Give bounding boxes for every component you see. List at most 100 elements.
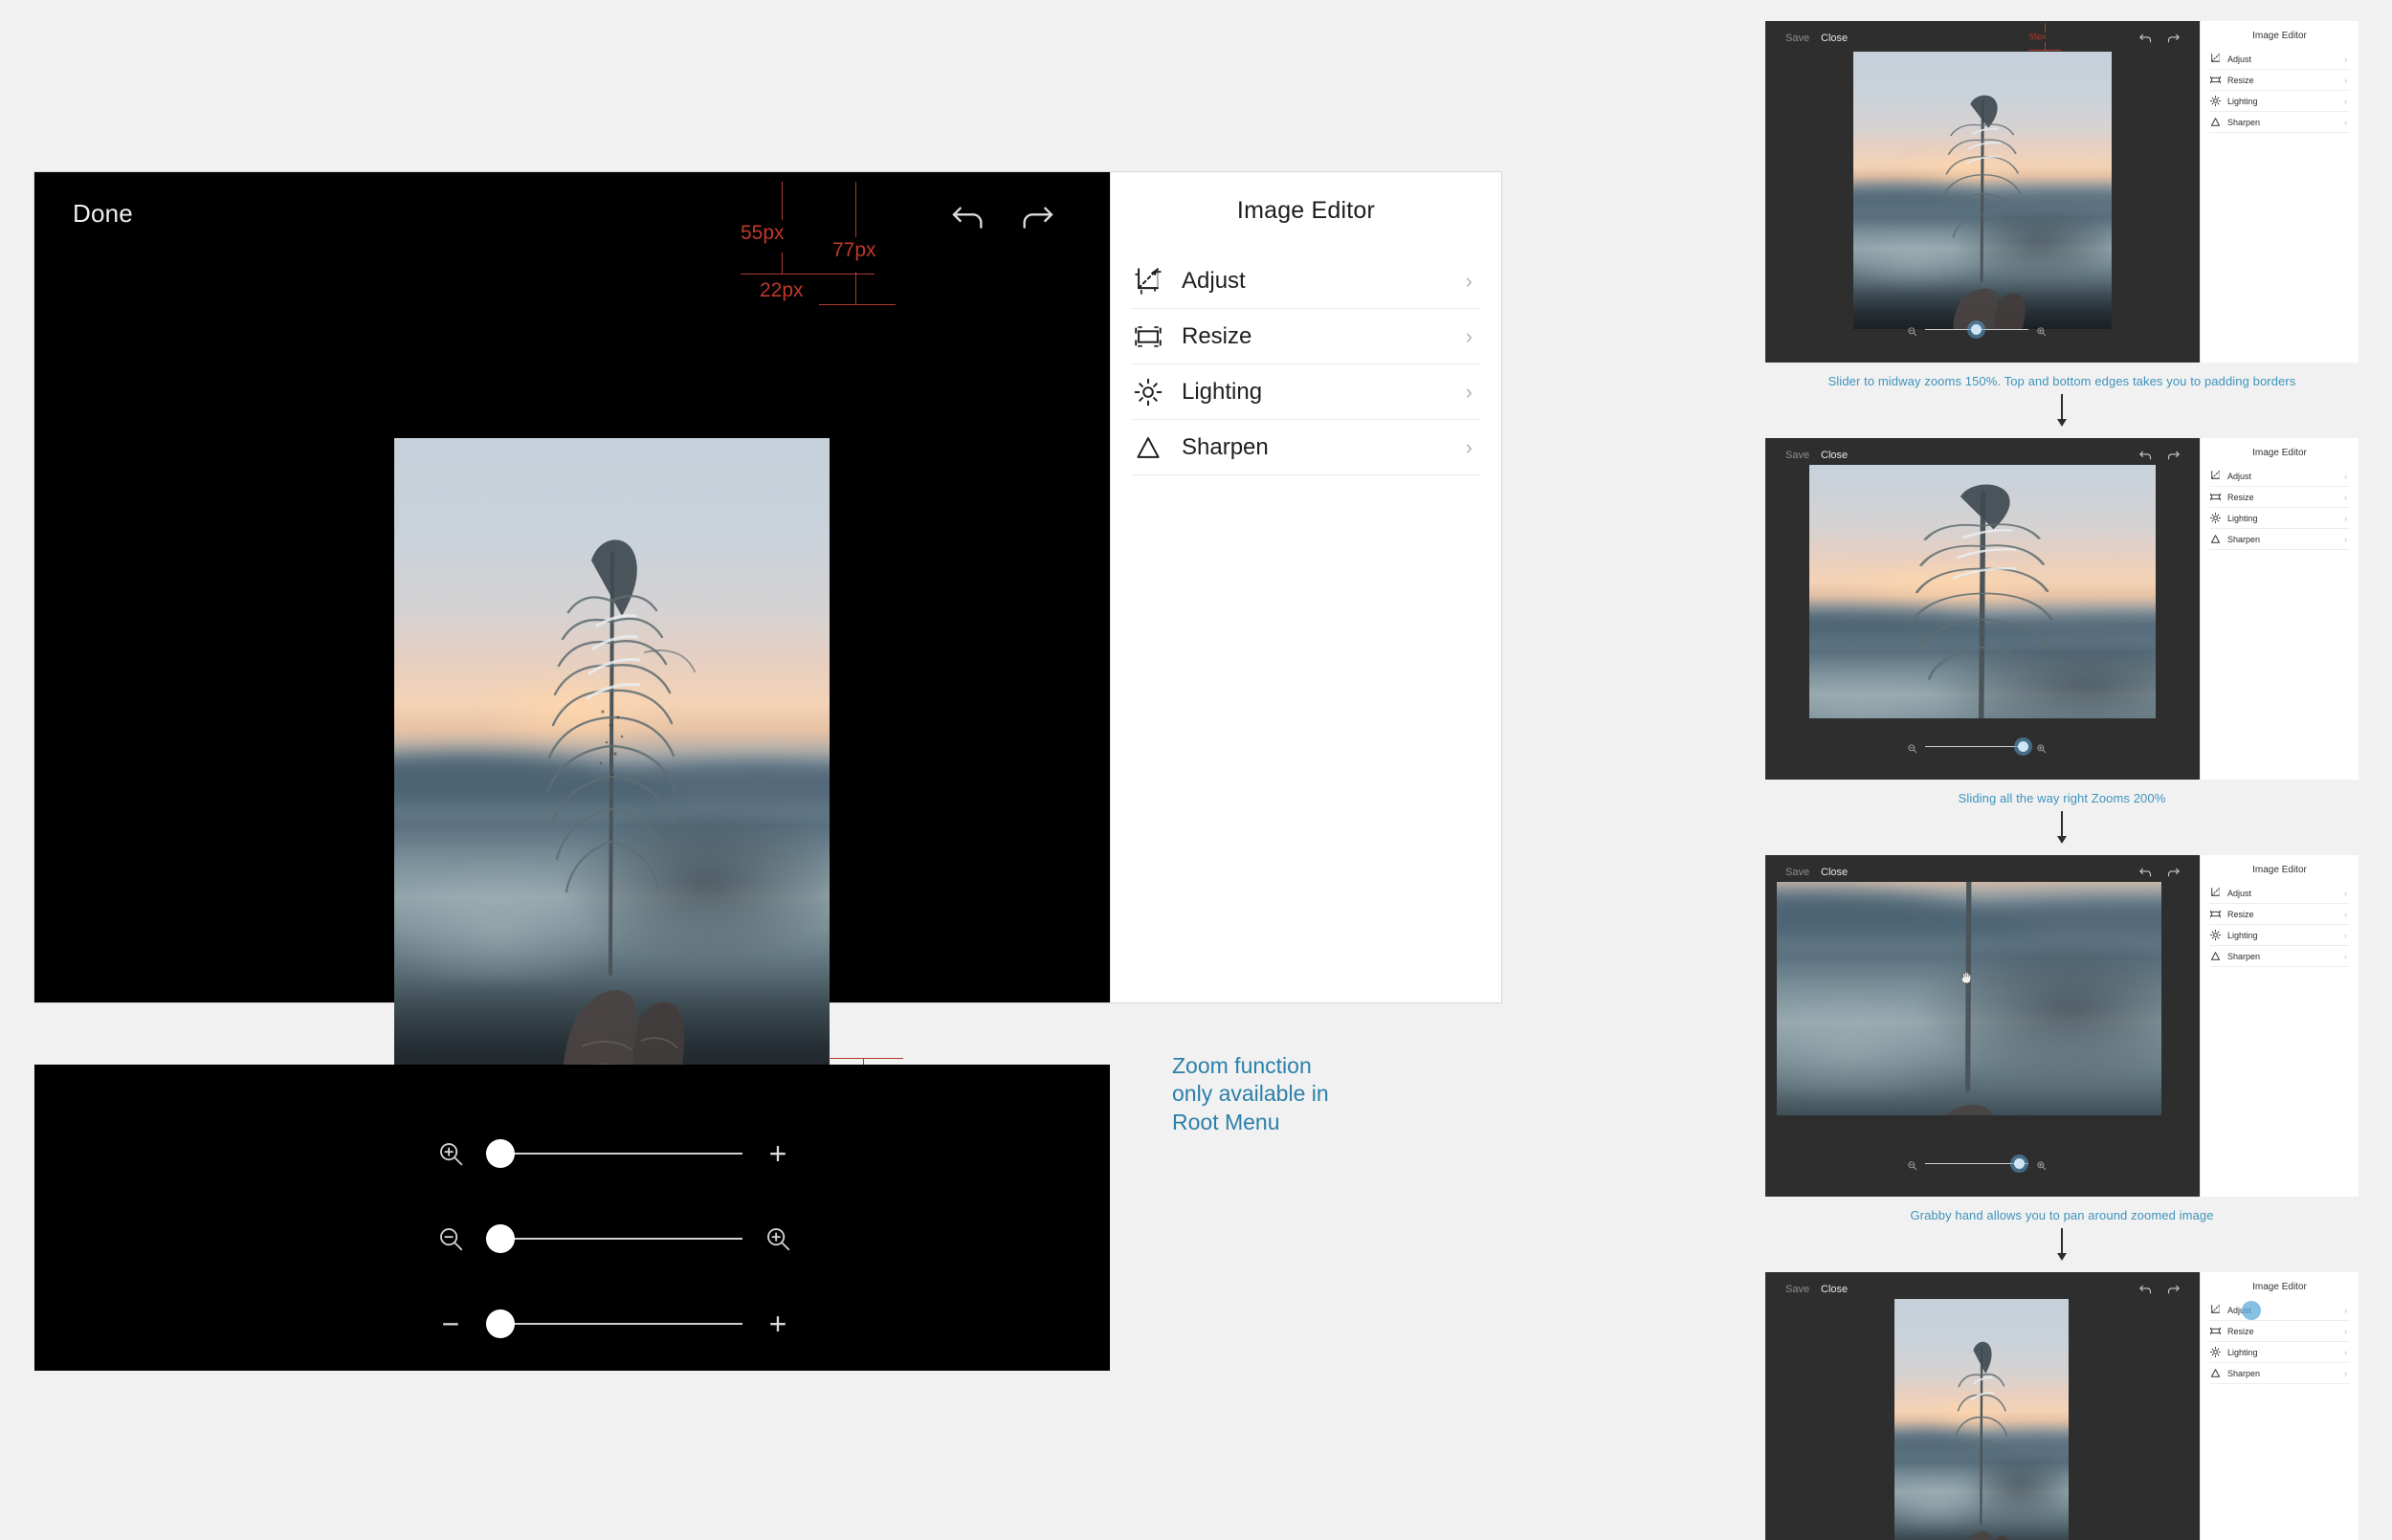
zoom-slider-track[interactable] bbox=[1925, 322, 2028, 336]
menu-item-adjust[interactable]: Adjust › bbox=[2209, 1300, 2350, 1321]
slider-track[interactable] bbox=[486, 1137, 742, 1170]
menu-item-label: Sharpen bbox=[1182, 433, 1269, 460]
undo-icon[interactable] bbox=[2138, 865, 2153, 879]
menu-item-resize[interactable]: Resize › bbox=[2209, 904, 2350, 925]
menu-list: Adjust › Resize › Lighting › Sharpen › bbox=[1132, 253, 1480, 475]
zoom-slider-handle[interactable] bbox=[2018, 740, 2028, 752]
measure-line-right-vertical-2 bbox=[855, 272, 856, 304]
undo-icon[interactable] bbox=[2138, 31, 2153, 45]
redo-icon[interactable] bbox=[2166, 865, 2181, 879]
photo-preview[interactable] bbox=[394, 438, 830, 1085]
redo-icon[interactable] bbox=[2166, 1282, 2181, 1296]
zoom-slider-control[interactable] bbox=[1907, 322, 2047, 336]
close-button[interactable]: Close bbox=[1821, 867, 1848, 878]
slider-variant-2[interactable] bbox=[436, 1222, 792, 1255]
menu-item-sharpen[interactable]: Sharpen › bbox=[1132, 420, 1480, 475]
magnifier-minus-icon[interactable] bbox=[436, 1224, 465, 1253]
plus-glyph-icon[interactable]: + bbox=[764, 1309, 792, 1339]
magnifier-plus-icon[interactable] bbox=[2036, 324, 2047, 336]
menu-item-sharpen[interactable]: Sharpen › bbox=[2209, 946, 2350, 967]
menu-item-resize[interactable]: Resize › bbox=[1132, 309, 1480, 364]
zoom-slider-control[interactable] bbox=[1907, 739, 2047, 753]
adjust-icon bbox=[2209, 887, 2222, 899]
redo-icon[interactable] bbox=[2166, 31, 2181, 45]
flow-step-3: Save Close Image Editor Adjust › Resize … bbox=[1765, 855, 2359, 1263]
redo-icon[interactable] bbox=[1018, 197, 1056, 235]
plus-glyph-icon[interactable]: + bbox=[764, 1138, 792, 1169]
feather-subject bbox=[394, 438, 830, 1085]
save-button[interactable]: Save bbox=[1785, 33, 1809, 44]
menu-item-lighting[interactable]: Lighting › bbox=[2209, 508, 2350, 529]
magnifier-minus-icon[interactable] bbox=[1907, 324, 1917, 336]
menu-item-resize[interactable]: Resize › bbox=[2209, 1321, 2350, 1342]
undo-icon[interactable] bbox=[2138, 1282, 2153, 1296]
photo-preview[interactable] bbox=[1777, 882, 2161, 1115]
slider-handle[interactable] bbox=[486, 1224, 515, 1253]
zoom-slider-control[interactable] bbox=[1907, 1156, 2047, 1170]
menu-item-adjust[interactable]: Adjust › bbox=[2209, 883, 2350, 904]
measure-line-right-rule bbox=[819, 304, 896, 305]
magnifier-plus-icon[interactable] bbox=[764, 1224, 792, 1253]
menu-item-resize[interactable]: Resize › bbox=[2209, 70, 2350, 91]
magnifier-minus-icon[interactable] bbox=[1907, 741, 1917, 753]
chevron-right-icon: › bbox=[2344, 75, 2347, 85]
zoom-slider-track[interactable] bbox=[1925, 739, 2028, 753]
menu-item-lighting[interactable]: Lighting › bbox=[2209, 925, 2350, 946]
slider-track[interactable] bbox=[486, 1222, 742, 1255]
magnifier-plus-icon[interactable] bbox=[2036, 741, 2047, 753]
chevron-right-icon: › bbox=[1465, 434, 1473, 459]
chevron-right-icon: › bbox=[2344, 54, 2347, 64]
slider-track[interactable] bbox=[486, 1308, 742, 1340]
save-button[interactable]: Save bbox=[1785, 867, 1809, 878]
close-button[interactable]: Close bbox=[1821, 1284, 1848, 1295]
menu-item-lighting[interactable]: Lighting › bbox=[2209, 91, 2350, 112]
thumbnail-canvas: Save Close bbox=[1765, 1272, 2200, 1540]
zoom-slider-handle[interactable] bbox=[1971, 323, 1982, 335]
undo-redo-group bbox=[2138, 31, 2181, 45]
resize-icon bbox=[2209, 74, 2222, 86]
chevron-right-icon: › bbox=[2344, 471, 2347, 481]
design-spec-page: Done 55px 22px 77px Image Editor Adjust … bbox=[0, 0, 2392, 1540]
close-button[interactable]: Close bbox=[1821, 33, 1848, 44]
slider-variant-3[interactable]: − + bbox=[436, 1308, 792, 1340]
slider-handle[interactable] bbox=[486, 1139, 515, 1168]
measure-label-55px: 55px bbox=[2029, 33, 2047, 41]
menu-item-lighting[interactable]: Lighting › bbox=[1132, 364, 1480, 420]
zoom-slider-handle[interactable] bbox=[2014, 1157, 2025, 1169]
menu-item-resize[interactable]: Resize › bbox=[2209, 487, 2350, 508]
redo-icon[interactable] bbox=[2166, 448, 2181, 462]
minus-glyph-icon[interactable]: − bbox=[436, 1309, 465, 1339]
done-button[interactable]: Done bbox=[73, 199, 133, 229]
grabby-hand-icon[interactable] bbox=[1959, 970, 1974, 985]
thumbnail-canvas: Save Close bbox=[1765, 438, 2200, 780]
undo-icon[interactable] bbox=[2138, 448, 2153, 462]
menu-item-adjust[interactable]: Adjust › bbox=[2209, 49, 2350, 70]
magnifier-plus-icon[interactable] bbox=[2036, 1158, 2047, 1170]
magnifier-plus-icon[interactable] bbox=[436, 1139, 465, 1168]
save-button[interactable]: Save bbox=[1785, 1284, 1809, 1295]
thumbnail-canvas: Save Close 55px bbox=[1765, 21, 2200, 363]
magnifier-minus-icon[interactable] bbox=[1907, 1158, 1917, 1170]
lighting-icon bbox=[2209, 512, 2222, 524]
menu-item-adjust[interactable]: Adjust › bbox=[2209, 466, 2350, 487]
slider-handle[interactable] bbox=[486, 1309, 515, 1338]
slider-variant-1[interactable]: + bbox=[436, 1137, 792, 1170]
photo-preview[interactable] bbox=[1894, 1299, 2069, 1540]
save-button[interactable]: Save bbox=[1785, 450, 1809, 461]
canvas-pane: Done 55px 22px 77px bbox=[34, 172, 1110, 1167]
menu-item-label: Adjust bbox=[2227, 888, 2252, 898]
chevron-right-icon: › bbox=[2344, 1347, 2347, 1357]
photo-preview[interactable] bbox=[1809, 465, 2156, 718]
close-button[interactable]: Close bbox=[1821, 450, 1848, 461]
sharpen-icon bbox=[1132, 431, 1164, 464]
arrow-down-icon bbox=[2055, 1228, 2069, 1263]
menu-item-sharpen[interactable]: Sharpen › bbox=[2209, 112, 2350, 133]
zoom-slider-track[interactable] bbox=[1925, 1156, 2028, 1170]
menu-item-adjust[interactable]: Adjust › bbox=[1132, 253, 1480, 309]
menu-item-sharpen[interactable]: Sharpen › bbox=[2209, 529, 2350, 550]
menu-item-lighting[interactable]: Lighting › bbox=[2209, 1342, 2350, 1363]
undo-icon[interactable] bbox=[949, 197, 987, 235]
menu-item-label: Lighting bbox=[1182, 378, 1263, 405]
menu-item-sharpen[interactable]: Sharpen › bbox=[2209, 1363, 2350, 1384]
photo-preview[interactable] bbox=[1853, 52, 2112, 329]
